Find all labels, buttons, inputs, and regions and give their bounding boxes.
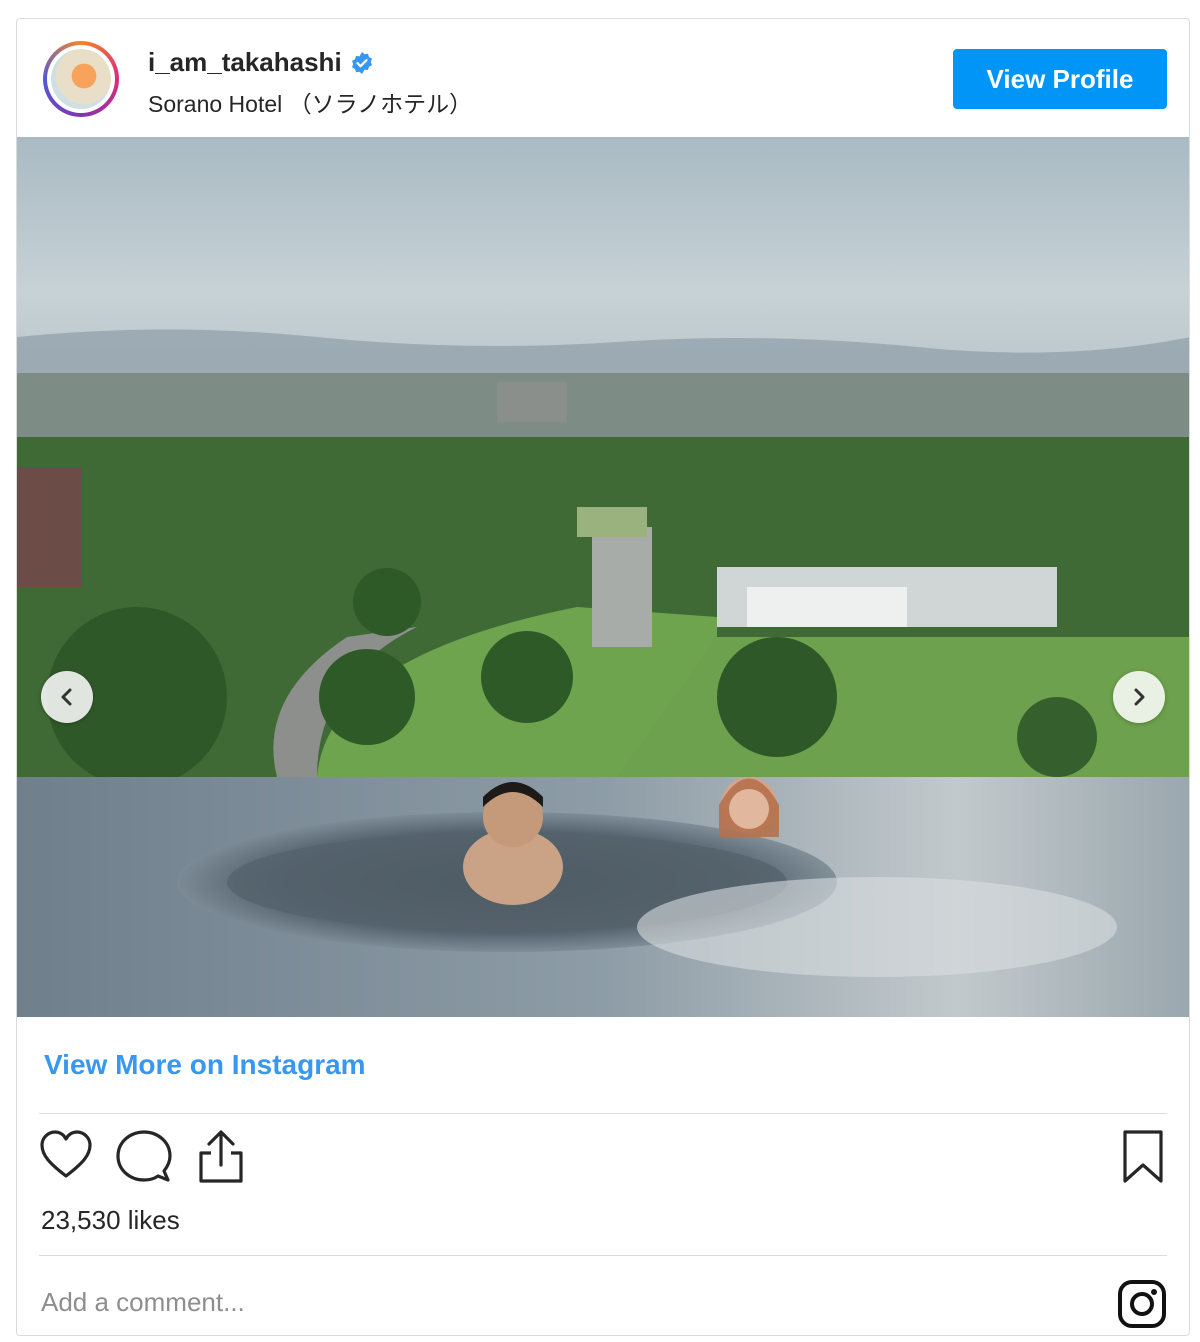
- like-count[interactable]: 23,530 likes: [41, 1205, 180, 1236]
- location-link[interactable]: Sorano Hotel （ソラノホテル）: [148, 85, 472, 119]
- username[interactable]: i_am_takahashi: [148, 47, 342, 78]
- instagram-embed-card: i_am_takahashi Sorano Hotel （ソラノホテル） Vie…: [16, 18, 1190, 1336]
- comment-input[interactable]: Add a comment...: [41, 1287, 245, 1318]
- view-profile-button[interactable]: View Profile: [953, 49, 1167, 109]
- post-header: i_am_takahashi Sorano Hotel （ソラノホテル） Vie…: [17, 19, 1189, 137]
- chevron-left-icon: [61, 688, 72, 706]
- verified-badge-icon: [351, 51, 372, 74]
- chevron-right-icon: [1134, 688, 1145, 706]
- share-icon[interactable]: [197, 1129, 245, 1185]
- avatar[interactable]: [43, 41, 119, 117]
- carousel-next-button[interactable]: [1113, 671, 1165, 723]
- divider: [39, 1113, 1167, 1114]
- carousel-prev-button[interactable]: [41, 671, 93, 723]
- view-more-link[interactable]: View More on Instagram: [44, 1049, 366, 1081]
- instagram-logo-icon[interactable]: [1117, 1279, 1167, 1329]
- action-bar: [17, 1129, 1189, 1193]
- heart-icon[interactable]: [39, 1129, 93, 1181]
- bookmark-icon[interactable]: [1121, 1129, 1165, 1185]
- comment-bubble-icon[interactable]: [116, 1129, 172, 1183]
- photo-image: [17, 137, 1189, 1017]
- post-photo[interactable]: [17, 137, 1189, 1017]
- username-row: i_am_takahashi: [148, 47, 374, 78]
- divider: [39, 1255, 1167, 1256]
- avatar-image: [51, 49, 111, 109]
